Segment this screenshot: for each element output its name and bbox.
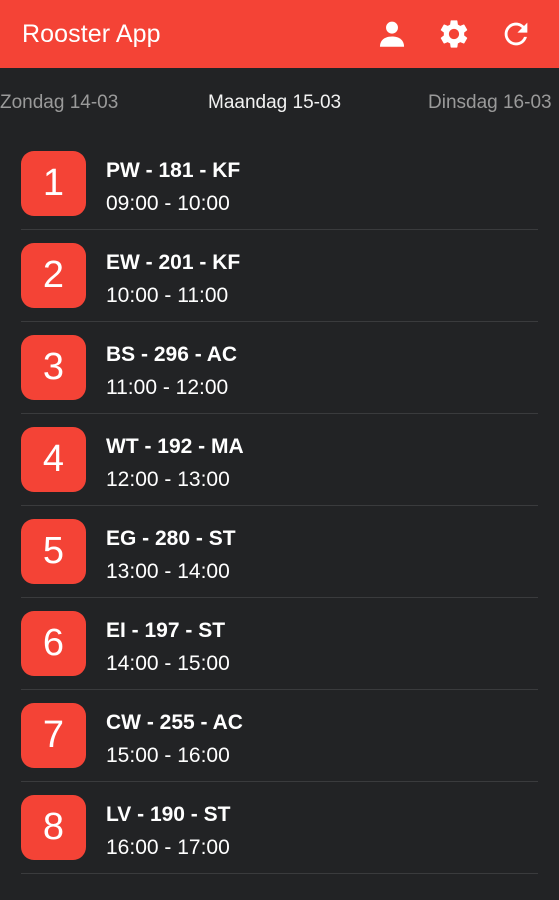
lesson-list: 1 PW - 181 - KF 09:00 - 10:00 2 EW - 201…: [0, 138, 559, 874]
refresh-button[interactable]: [485, 0, 547, 68]
lesson-hour-badge: 7: [21, 703, 86, 768]
lesson-hour-badge: 6: [21, 611, 86, 676]
lesson-row[interactable]: 4 WT - 192 - MA 12:00 - 13:00: [0, 414, 559, 506]
tab-current-day[interactable]: Maandag 15-03: [208, 92, 341, 114]
lesson-row[interactable]: 1 PW - 181 - KF 09:00 - 10:00: [0, 138, 559, 230]
refresh-icon: [504, 22, 528, 46]
lesson-row[interactable]: 8 LV - 190 - ST 16:00 - 17:00: [0, 782, 559, 874]
lesson-row[interactable]: 6 EI - 197 - ST 14:00 - 15:00: [0, 598, 559, 690]
lesson-row[interactable]: 5 EG - 280 - ST 13:00 - 14:00: [0, 506, 559, 598]
lesson-time: 13:00 - 14:00: [106, 560, 230, 583]
lesson-time: 11:00 - 12:00: [106, 376, 229, 399]
lesson-hour-badge: 5: [21, 519, 86, 584]
lesson-code: EW - 201 - KF: [106, 251, 241, 274]
lesson-row[interactable]: 7 CW - 255 - AC 15:00 - 16:00: [0, 690, 559, 782]
settings-icon: [440, 20, 468, 48]
lesson-hour-badge: 1: [21, 151, 86, 216]
divider: [21, 873, 538, 874]
profile-button[interactable]: [361, 0, 423, 68]
lesson-code: EG - 280 - ST: [106, 527, 236, 550]
lesson-hour-badge: 2: [21, 243, 86, 308]
person-icon: [379, 21, 405, 47]
lesson-code: EI - 197 - ST: [106, 619, 226, 642]
day-tabs: Zondag 14-03 Maandag 15-03 Dinsdag 16-03: [0, 68, 559, 140]
lesson-code: PW - 181 - KF: [106, 159, 241, 182]
lesson-hour-badge: 4: [21, 427, 86, 492]
app-bar-actions: [361, 0, 547, 68]
settings-button[interactable]: [423, 0, 485, 68]
lesson-row[interactable]: 3 BS - 296 - AC 11:00 - 12:00: [0, 322, 559, 414]
lesson-hour-badge: 8: [21, 795, 86, 860]
lesson-row[interactable]: 2 EW - 201 - KF 10:00 - 11:00: [0, 230, 559, 322]
lesson-time: 09:00 - 10:00: [106, 192, 230, 215]
lesson-code: WT - 192 - MA: [106, 435, 244, 458]
lesson-hour-badge: 3: [21, 335, 86, 400]
lesson-time: 16:00 - 17:00: [106, 836, 230, 859]
app-title: Rooster App: [22, 19, 161, 48]
lesson-code: CW - 255 - AC: [106, 711, 243, 734]
lesson-code: LV - 190 - ST: [106, 803, 231, 826]
lesson-time: 12:00 - 13:00: [106, 468, 230, 491]
lesson-time: 14:00 - 15:00: [106, 652, 230, 675]
lesson-time: 10:00 - 11:00: [106, 284, 229, 307]
tab-previous-day[interactable]: Zondag 14-03: [0, 92, 118, 114]
app-bar: Rooster App: [0, 0, 559, 68]
lesson-time: 15:00 - 16:00: [106, 744, 230, 767]
tab-next-day[interactable]: Dinsdag 16-03: [428, 92, 552, 114]
lesson-code: BS - 296 - AC: [106, 343, 238, 366]
